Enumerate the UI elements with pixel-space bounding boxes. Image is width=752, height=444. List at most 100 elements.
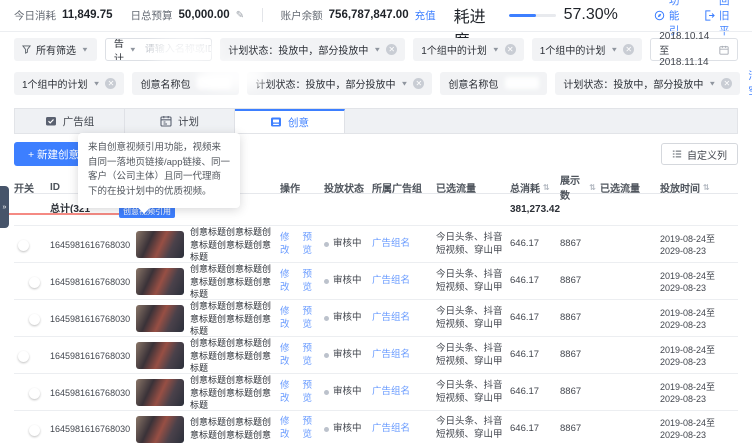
remove-filter-icon[interactable]: ✕ <box>386 44 398 55</box>
edit-link[interactable]: 修改 <box>280 269 296 295</box>
remove-filter-icon[interactable]: ✕ <box>623 44 635 55</box>
delivery-schedule: 2019-08-24至 2029-08-23 <box>660 344 716 367</box>
creative-title[interactable]: 创意标题创意标题创意标题创意标题创意标题 <box>190 226 274 264</box>
creative-name-filter-chip[interactable]: 创意名称包 <box>132 71 240 95</box>
date-range-picker[interactable]: 2018.10.14 至 2018.11.14 <box>650 31 738 68</box>
creative-cell: 创意标题创意标题创意标题创意标题创意标题 <box>136 300 280 338</box>
entity-tabs: 广告组 计划 创意 <box>14 108 738 134</box>
creative-video-thumbnail[interactable] <box>136 305 184 333</box>
selected-traffic: 今日头条、抖音短视频、穿山甲 <box>436 380 503 404</box>
operations-cell: 修改 预览 <box>280 232 324 258</box>
creative-title[interactable]: 创意标题创意标题创意标题创意标题创意标题 <box>190 374 274 412</box>
ad-group-link[interactable]: 广告组名 <box>372 312 410 323</box>
group-plan-filter-chip[interactable]: 1个组中的计划 ▼ ✕ <box>413 38 524 61</box>
impressions: 8867 <box>560 422 582 434</box>
side-drawer-handle[interactable]: » <box>0 186 9 228</box>
search-control: 广告计划 ▼ <box>104 38 213 61</box>
customize-columns-button[interactable]: 自定义列 <box>661 143 738 165</box>
group-plan-filter-chip[interactable]: 1个组中的计划 ▼ ✕ <box>14 71 125 95</box>
recharge-link[interactable]: 充值 <box>415 8 436 23</box>
edit-link[interactable]: 修改 <box>280 306 296 332</box>
plan-status-filter-chip[interactable]: 计划状态：投放中，部分投放中 ▼ ✕ <box>220 38 406 61</box>
edit-link[interactable]: 修改 <box>280 416 296 442</box>
sort-icon[interactable]: ⇅ <box>703 183 710 192</box>
column-header: 开关 <box>14 183 34 195</box>
chevron-down-icon: ▼ <box>373 45 382 54</box>
total-cost: 646.17 <box>510 349 540 361</box>
adgroup-icon <box>45 115 57 127</box>
creative-video-thumbnail[interactable] <box>136 379 184 407</box>
group-plan-filter-chip[interactable]: 1个组中的计划 ▼ ✕ <box>531 38 643 61</box>
preview-link[interactable]: 预览 <box>303 343 319 369</box>
column-header: 投放状态 <box>324 183 364 195</box>
creative-title[interactable]: 创意标题创意标题创意标题创意标题创意 <box>190 416 274 441</box>
daily-budget-label: 日总预算 <box>130 9 173 22</box>
column-header: 已选流量 <box>600 183 640 195</box>
plan-status-filter-chip[interactable]: 计划状态：投放中，部分投放中 ▼ ✕ <box>247 71 433 95</box>
selected-traffic: 今日头条、抖音短视频、穿山甲 <box>436 232 503 256</box>
remove-filter-icon[interactable]: ✕ <box>721 77 733 89</box>
progress-fill <box>509 13 536 17</box>
delivery-status: 审核中 <box>324 275 372 288</box>
tab-item[interactable]: 创意 <box>235 109 345 133</box>
creative-name-filter-chip[interactable]: 创意名称包 <box>440 71 548 95</box>
creative-cell: 创意标题创意标题创意标题创意标题创意 <box>136 415 280 443</box>
chevron-down-icon: ▼ <box>81 45 89 54</box>
preview-link[interactable]: 预览 <box>303 416 319 442</box>
preview-link[interactable]: 预览 <box>303 232 319 258</box>
account-metrics-bar: 今日消耗 11,849.75 日总预算 50,000.00 ✎ 账户余额 756… <box>0 0 752 52</box>
sort-icon[interactable]: ⇅ <box>589 183 596 192</box>
creative-video-thumbnail[interactable] <box>136 268 184 296</box>
impressions: 8867 <box>560 275 582 287</box>
edit-link[interactable]: 修改 <box>280 380 296 406</box>
remove-filter-icon[interactable]: ✕ <box>105 77 117 89</box>
ad-group-link[interactable]: 广告组名 <box>372 238 410 249</box>
ad-group-link[interactable]: 广告组名 <box>372 386 410 397</box>
creative-cell: 创意标题创意标题创意标题创意标题创意标题 <box>136 226 280 264</box>
creative-id: 1645981616768030 <box>50 350 131 361</box>
ad-group-link[interactable]: 广告组名 <box>372 423 410 434</box>
balance-metric: 账户余额 756,787,847.00 充值 <box>281 8 436 23</box>
preview-link[interactable]: 预览 <box>303 306 319 332</box>
status-dot <box>324 353 329 359</box>
creative-id: 1645981616768030 <box>50 423 131 434</box>
creative-icon <box>270 116 282 128</box>
summary-total-cost: 381,273.42 <box>510 203 561 215</box>
ad-group-link[interactable]: 广告组名 <box>372 349 410 360</box>
creative-id: 1645981616768030 <box>50 387 131 398</box>
sort-icon[interactable]: ⇅ <box>543 183 550 192</box>
clear-filters-link[interactable]: 清空 <box>748 68 752 98</box>
creative-title[interactable]: 创意标题创意标题创意标题创意标题创意标题 <box>190 300 274 338</box>
tab-item[interactable]: 计划 <box>125 109 235 133</box>
operations-cell: 修改 预览 <box>280 343 324 369</box>
preview-link[interactable]: 预览 <box>303 380 319 406</box>
remove-filter-icon[interactable]: ✕ <box>413 77 425 89</box>
plan-status-filter-chip[interactable]: 计划状态：投放中，部分投放中 ▼ ✕ <box>555 71 741 95</box>
delivery-schedule: 2019-08-24至 2029-08-23 <box>660 417 716 440</box>
preview-link[interactable]: 预览 <box>303 269 319 295</box>
creative-video-thumbnail[interactable] <box>136 231 184 259</box>
chevron-down-icon: ▼ <box>92 79 101 87</box>
selected-traffic: 今日头条、抖音短视频、穿山甲 <box>436 269 503 293</box>
ad-group-link[interactable]: 广告组名 <box>372 275 410 286</box>
topbar-divider <box>0 31 752 32</box>
edit-link[interactable]: 修改 <box>280 232 296 258</box>
remove-filter-icon[interactable]: ✕ <box>504 44 516 55</box>
edit-link[interactable]: 修改 <box>280 343 296 369</box>
today-cost-metric: 今日消耗 11,849.75 <box>14 8 113 23</box>
search-input[interactable] <box>144 44 212 55</box>
status-dot <box>324 426 329 432</box>
edit-budget-icon[interactable]: ✎ <box>236 10 244 21</box>
total-cost: 646.17 <box>510 422 540 434</box>
tab-item[interactable]: 广告组 <box>15 109 125 133</box>
total-cost: 646.17 <box>510 312 540 324</box>
all-filters-dropdown[interactable]: 所有筛选 ▼ <box>14 38 97 61</box>
search-entity-select[interactable]: 广告计划 ▼ <box>106 39 145 60</box>
creative-video-thumbnail[interactable] <box>136 342 184 370</box>
creative-id: 1645981616768030 <box>50 239 131 250</box>
column-header: 已选流量 <box>436 183 476 195</box>
operations-cell: 修改 预览 <box>280 306 324 332</box>
creative-title[interactable]: 创意标题创意标题创意标题创意标题创意标题 <box>190 263 274 301</box>
creative-title[interactable]: 创意标题创意标题创意标题创意标题创意标题 <box>190 337 274 375</box>
creative-video-thumbnail[interactable] <box>136 415 184 443</box>
